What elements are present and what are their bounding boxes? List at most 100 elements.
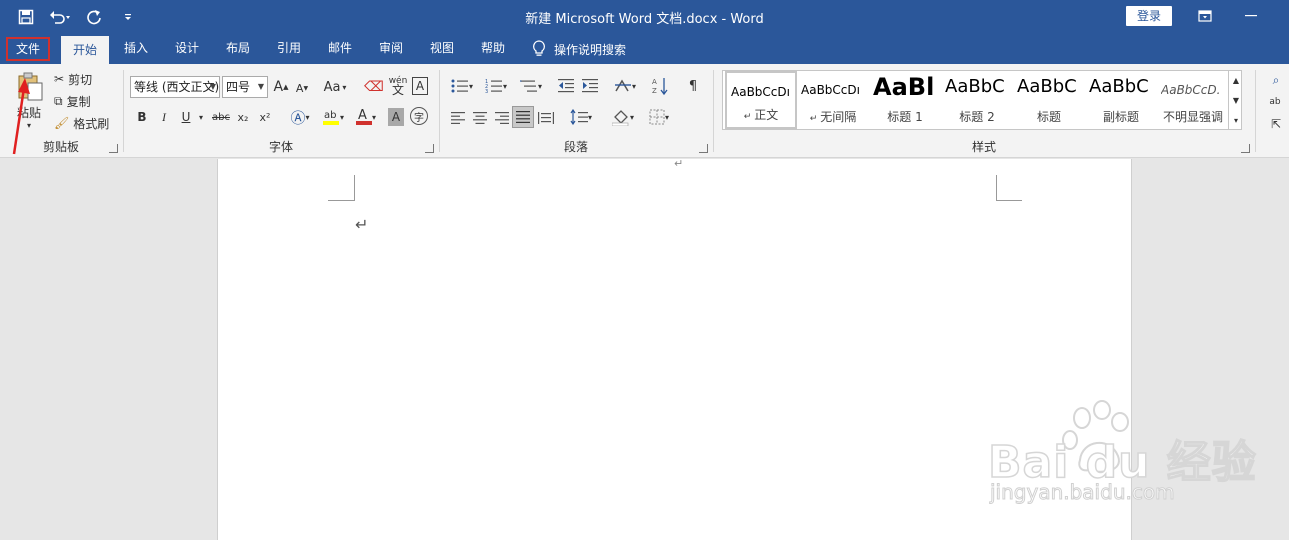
pinyin-guide-button[interactable]: wén 文 — [388, 74, 408, 98]
change-case-button[interactable]: Aa ▾ — [320, 77, 350, 97]
ribbon-home: 粘贴 ▾ ✂ 剪切 ⧉ 复制 🖌 格式刷 剪贴板 等线 (西文正文) ▼ 四号 ▼ A ▲ — [0, 64, 1289, 158]
tab-references[interactable]: 引用 — [265, 34, 313, 64]
align-center-icon[interactable] — [470, 108, 490, 128]
clear-format-icon[interactable]: ⌫ — [364, 76, 384, 98]
tab-layout[interactable]: 布局 — [214, 34, 262, 64]
chevron-down-icon: ▼ — [257, 82, 264, 91]
minimize-icon[interactable] — [1239, 6, 1263, 26]
ribbon-tabs: 文件 开始 插入 设计 布局 引用 邮件 审阅 视图 帮助 操作说明搜索 — [0, 34, 1289, 64]
tab-review[interactable]: 审阅 — [367, 34, 415, 64]
style-item-no-spacing[interactable]: AaBbCcDı ↵ 无间隔 — [797, 71, 869, 129]
align-right-icon[interactable] — [492, 108, 512, 128]
superscript-button[interactable]: x² — [256, 108, 274, 126]
line-spacing-icon[interactable]: ▾ — [566, 106, 596, 128]
watermark-url: jingyan.baidu.com — [990, 480, 1176, 505]
tab-home[interactable]: 开始 — [61, 36, 110, 64]
baidu-watermark: Bai du 经验 jingyan.baidu.com — [987, 402, 1256, 512]
style-item-subtitle[interactable]: AaBbC 副标题 — [1085, 71, 1157, 129]
grow-font-button[interactable]: A ▲ — [272, 77, 290, 97]
distributed-icon[interactable] — [536, 108, 556, 128]
style-name: 副标题 — [1102, 110, 1139, 124]
svg-text:A: A — [652, 78, 657, 86]
align-left-icon[interactable] — [448, 108, 468, 128]
numbering-icon[interactable]: 1 2 3 ▾ — [482, 76, 510, 96]
paragraph-group: ▾ 1 2 3 ▾ ▾ ▾ AZ ¶ ▾ ▾ ▾ 段落 — [440, 64, 712, 158]
window-title: 新建 Microsoft Word 文档.docx - Word — [525, 12, 764, 27]
subscript-button[interactable]: x₂ — [234, 108, 252, 126]
style-item-heading2[interactable]: AaBbC 标题 2 — [941, 71, 1013, 129]
style-preview: AaBbC — [1089, 76, 1149, 97]
lightbulb-icon — [533, 40, 545, 56]
style-item-subtle-emphasis[interactable]: AaBbCcD. 不明显强调 — [1157, 71, 1229, 129]
tab-design[interactable]: 设计 — [163, 34, 211, 64]
login-button[interactable]: 登录 — [1126, 6, 1172, 26]
paragraph-mark-icon: ↵ — [355, 215, 369, 234]
cut-label: 剪切 — [68, 72, 93, 87]
sort-icon[interactable]: AZ — [650, 74, 670, 98]
tab-help[interactable]: 帮助 — [469, 34, 517, 64]
underline-dropdown-icon[interactable]: ▾ — [196, 108, 206, 126]
clipboard-launcher-icon[interactable] — [109, 144, 118, 153]
svg-text:Z: Z — [652, 87, 657, 95]
font-launcher-icon[interactable] — [425, 144, 434, 153]
shrink-font-label: A — [295, 81, 304, 95]
gallery-down-icon[interactable]: ▼ — [1230, 92, 1242, 108]
word-window: 新建 Microsoft Word 文档.docx - Word 登录 文件 开… — [0, 0, 1289, 540]
char-shading-icon[interactable]: A — [388, 108, 404, 126]
show-marks-icon[interactable]: ¶ — [684, 76, 702, 96]
font-size-combo[interactable]: 四号 ▼ — [222, 76, 268, 98]
style-name: 标题 2 — [959, 110, 995, 124]
styles-launcher-icon[interactable] — [1241, 144, 1250, 153]
multilevel-list-icon[interactable]: ▾ — [516, 76, 546, 96]
find-icon[interactable]: ⌕ — [1266, 72, 1286, 88]
paragraph-mark-icon: ↵ — [674, 157, 684, 170]
tab-view[interactable]: 视图 — [418, 34, 466, 64]
font-color-icon[interactable]: A ▾ — [352, 106, 380, 128]
tab-mailings[interactable]: 邮件 — [316, 34, 364, 64]
shrink-font-button[interactable]: A ▼ — [294, 79, 310, 97]
borders-icon[interactable]: ▾ — [644, 106, 674, 128]
grow-font-label: A — [273, 79, 284, 95]
style-name: 不明显强调 — [1162, 110, 1223, 124]
enclose-char-icon[interactable]: 字 — [410, 107, 428, 125]
bold-button[interactable]: B — [134, 108, 150, 126]
gallery-more-icon[interactable]: ▾ — [1230, 112, 1242, 128]
style-name: ↵ 正文 — [743, 108, 779, 122]
strikethrough-button[interactable]: abc — [210, 108, 232, 126]
paragraph-launcher-icon[interactable] — [699, 144, 708, 153]
justify-icon[interactable] — [512, 106, 534, 128]
tell-me-search[interactable]: 操作说明搜索 — [532, 34, 626, 64]
shading-icon[interactable]: ▾ — [608, 106, 638, 128]
font-name-combo[interactable]: 等线 (西文正文) ▼ — [130, 76, 220, 98]
replace-icon[interactable]: ab — [1264, 94, 1286, 110]
style-item-title[interactable]: AaBbC 标题 — [1013, 71, 1085, 129]
chinese-layout-icon[interactable]: ▾ — [610, 76, 640, 96]
bullets-icon[interactable]: ▾ — [448, 76, 476, 96]
tell-me-label: 操作说明搜索 — [554, 42, 627, 57]
decrease-indent-icon[interactable] — [556, 76, 576, 96]
tab-insert[interactable]: 插入 — [112, 34, 160, 64]
title-bar: 新建 Microsoft Word 文档.docx - Word 登录 — [0, 0, 1289, 34]
svg-text:A: A — [358, 108, 367, 123]
styles-gallery-scroll: ▲ ▼ ▾ — [1228, 70, 1242, 130]
underline-button[interactable]: U — [178, 108, 194, 126]
char-border-button[interactable]: A — [412, 77, 428, 95]
highlight-icon[interactable]: ab ▾ — [318, 106, 348, 128]
gallery-up-icon[interactable]: ▲ — [1230, 72, 1242, 88]
select-icon[interactable]: ⇱ — [1266, 116, 1286, 132]
ribbon-display-options-icon[interactable] — [1193, 6, 1217, 26]
format-painter-button[interactable]: 🖌 格式刷 — [54, 114, 109, 132]
italic-button[interactable]: I — [156, 108, 172, 126]
style-name: 标题 1 — [887, 110, 923, 124]
style-name: ↵ 无间隔 — [809, 110, 857, 124]
paragraph-group-label: 段落 — [563, 140, 588, 154]
increase-indent-icon[interactable] — [580, 76, 600, 96]
style-preview: AaBbCcDı — [731, 85, 790, 99]
style-preview: AaBbC — [945, 76, 1005, 97]
font-group: 等线 (西文正文) ▼ 四号 ▼ A ▲ A ▼ Aa ▾ ⌫ wén 文 A B I U … — [124, 64, 438, 158]
style-name: 标题 — [1036, 110, 1061, 124]
font-size-value: 四号 — [226, 80, 251, 94]
style-item-heading1[interactable]: AaBl 标题 1 — [869, 71, 941, 129]
style-item-normal[interactable]: AaBbCcDı ↵ 正文 — [725, 71, 797, 129]
text-effects-icon[interactable]: Ⓐ ▾ — [286, 106, 314, 128]
